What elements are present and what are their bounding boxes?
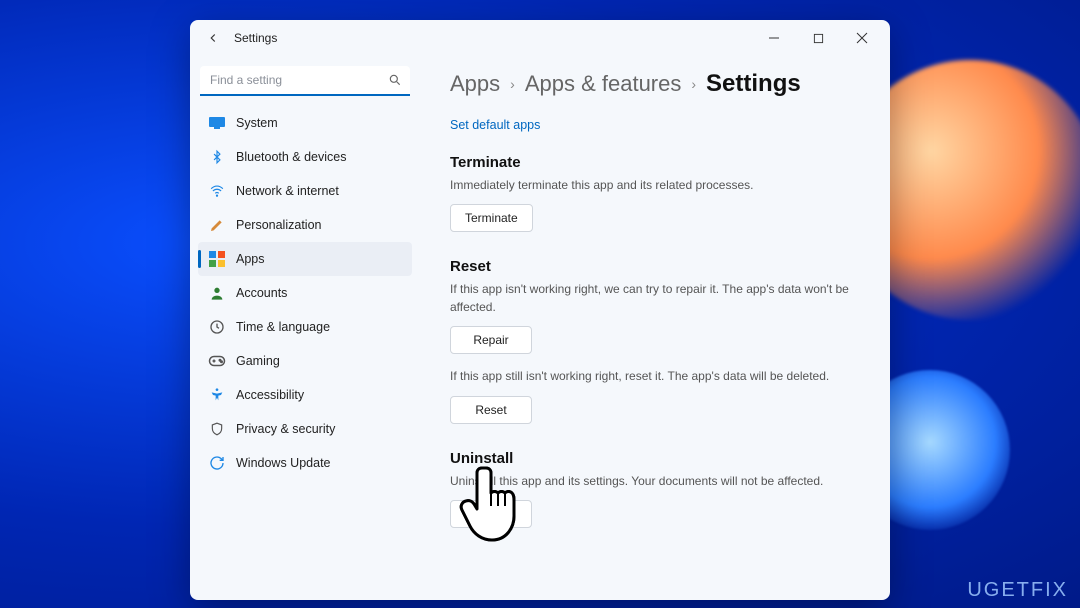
sidebar-item-accessibility[interactable]: Accessibility	[198, 378, 412, 412]
sidebar-item-label: Privacy & security	[236, 422, 335, 436]
shield-icon	[208, 420, 226, 438]
crumb-apps-features[interactable]: Apps & features	[525, 71, 682, 97]
repair-button[interactable]: Repair	[450, 326, 532, 354]
sidebar-item-personalization[interactable]: Personalization	[198, 208, 412, 242]
sidebar-item-label: Gaming	[236, 354, 280, 368]
uninstall-description: Uninstall this app and its settings. You…	[450, 473, 860, 490]
close-button[interactable]	[840, 24, 884, 52]
watermark-text: UGETFIX	[967, 579, 1068, 602]
sidebar-item-label: Accounts	[236, 286, 287, 300]
terminate-button[interactable]: Terminate	[450, 204, 533, 232]
uninstall-button[interactable]: Uninstall	[450, 500, 532, 528]
sidebar-item-windows-update[interactable]: Windows Update	[198, 446, 412, 480]
sidebar-item-label: System	[236, 116, 278, 130]
sidebar-item-time-language[interactable]: Time & language	[198, 310, 412, 344]
sidebar-item-system[interactable]: System	[198, 106, 412, 140]
repair-description: If this app isn't working right, we can …	[450, 281, 860, 316]
sidebar-item-label: Apps	[236, 252, 265, 266]
maximize-button[interactable]	[796, 24, 840, 52]
set-default-apps-link[interactable]: Set default apps	[450, 118, 540, 132]
reset-heading: Reset	[450, 258, 860, 275]
sidebar-item-label: Personalization	[236, 218, 321, 232]
apps-icon	[208, 250, 226, 268]
back-button[interactable]	[200, 25, 226, 51]
sidebar-item-accounts[interactable]: Accounts	[198, 276, 412, 310]
reset-button[interactable]: Reset	[450, 396, 532, 424]
person-icon	[208, 284, 226, 302]
reset-section: Reset If this app isn't working right, w…	[450, 258, 860, 423]
sidebar-item-label: Accessibility	[236, 388, 304, 402]
sidebar-item-network[interactable]: Network & internet	[198, 174, 412, 208]
sidebar-item-bluetooth[interactable]: Bluetooth & devices	[198, 140, 412, 174]
main-panel: Apps › Apps & features › Settings Set de…	[420, 56, 890, 600]
minimize-button[interactable]	[752, 24, 796, 52]
uninstall-section: Uninstall Uninstall this app and its set…	[450, 450, 860, 528]
sidebar: System Bluetooth & devices Network & int…	[190, 56, 420, 600]
sidebar-nav: System Bluetooth & devices Network & int…	[198, 106, 412, 480]
uninstall-heading: Uninstall	[450, 450, 860, 467]
display-icon	[208, 114, 226, 132]
wifi-icon	[208, 182, 226, 200]
terminate-heading: Terminate	[450, 154, 860, 171]
search-input[interactable]	[200, 66, 410, 96]
accessibility-icon	[208, 386, 226, 404]
breadcrumb: Apps › Apps & features › Settings	[450, 70, 860, 98]
titlebar: Settings	[190, 20, 890, 56]
reset-description: If this app still isn't working right, r…	[450, 368, 860, 385]
paintbrush-icon	[208, 216, 226, 234]
sidebar-item-privacy[interactable]: Privacy & security	[198, 412, 412, 446]
bluetooth-icon	[208, 148, 226, 166]
chevron-right-icon: ›	[691, 76, 696, 92]
terminate-description: Immediately terminate this app and its r…	[450, 177, 860, 194]
search-icon	[388, 73, 402, 92]
update-icon	[208, 454, 226, 472]
sidebar-item-label: Windows Update	[236, 456, 331, 470]
sidebar-item-label: Network & internet	[236, 184, 339, 198]
clock-icon	[208, 318, 226, 336]
window-title: Settings	[234, 31, 277, 45]
crumb-apps[interactable]: Apps	[450, 71, 500, 97]
sidebar-item-gaming[interactable]: Gaming	[198, 344, 412, 378]
terminate-section: Terminate Immediately terminate this app…	[450, 154, 860, 232]
settings-window: Settings System	[190, 20, 890, 600]
chevron-right-icon: ›	[510, 76, 515, 92]
crumb-current: Settings	[706, 70, 801, 98]
sidebar-item-apps[interactable]: Apps	[198, 242, 412, 276]
sidebar-item-label: Time & language	[236, 320, 330, 334]
gamepad-icon	[208, 352, 226, 370]
sidebar-item-label: Bluetooth & devices	[236, 150, 347, 164]
